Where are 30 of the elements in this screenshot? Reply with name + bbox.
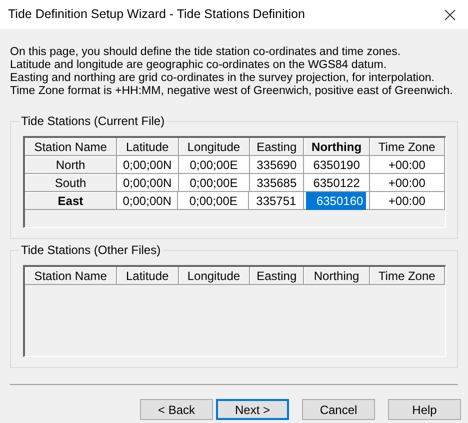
instruction-text: On this page, you should define the tide station co-ordinates and time zones. (10, 46, 402, 59)
group-title: Tide Stations (Other Files) (19, 242, 163, 258)
column-header[interactable]: Time Zone (370, 267, 446, 285)
wizard-button[interactable]: Cancel (302, 399, 375, 420)
window-title: Tide Definition Setup Wizard - Tide Stations Definition (8, 6, 306, 24)
close-icon[interactable] (444, 8, 456, 20)
column-header[interactable]: Easting (250, 138, 304, 156)
column-header[interactable]: Northing (304, 267, 370, 285)
column-header[interactable]: Latitude (117, 138, 179, 156)
wizard-button[interactable]: Help (388, 399, 461, 420)
column-header[interactable]: Easting (250, 267, 304, 285)
column-header[interactable]: Northing (304, 138, 370, 156)
wizard-button[interactable]: Next > (216, 399, 289, 420)
instruction-text: Latitude and longitude are geographic co-ordinates on the WGS84 datum. (10, 59, 388, 72)
column-header[interactable]: Longitude (178, 267, 250, 285)
column-header[interactable]: Time Zone (370, 138, 446, 156)
row-header[interactable]: North (25, 156, 118, 174)
row-header[interactable]: South (25, 174, 118, 192)
table-cell[interactable]: 6350160 (306, 192, 366, 210)
instruction-text: Time Zone format is +HH:MM, negative west of Greenwich, positive east of Greenwich. (10, 85, 454, 98)
column-header[interactable]: Latitude (117, 267, 179, 285)
group-title: Tide Stations (Current File) (19, 113, 167, 129)
column-header[interactable]: Station Name (25, 138, 118, 156)
wizard-button[interactable]: < Back (140, 399, 213, 420)
data-grid[interactable]: Station Name Latitude Longitude Easting Northing Time Zone (23, 265, 446, 357)
column-header[interactable]: Longitude (178, 138, 250, 156)
column-header[interactable]: Station Name (25, 267, 118, 285)
data-grid[interactable]: Station Name Latitude Longitude Easting Northing Time Zone North 0;00;00N 0;00;00E 335690 6350190 +00:00 South 0;00;00N 0;00;00E 335685 6350122 +00:00 East 0;00;00N 0;00;00E 335751 6350160 +00:00 (23, 136, 446, 228)
instruction-text: Easting and northing are grid co-ordinates in the survey projection, for interpolation. (10, 72, 436, 85)
row-header[interactable]: East (25, 192, 117, 210)
